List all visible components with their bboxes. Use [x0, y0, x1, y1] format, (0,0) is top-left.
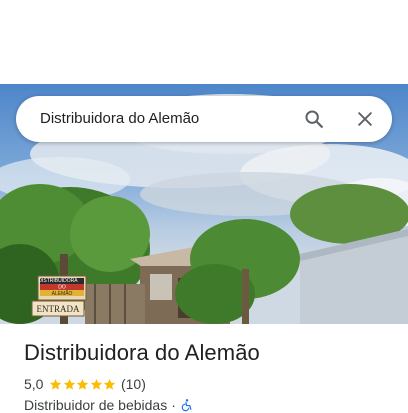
close-icon: [358, 112, 372, 126]
rating-row[interactable]: 5,0 (10): [24, 375, 146, 393]
star-icon: [90, 378, 103, 390]
clear-search-button[interactable]: [349, 103, 381, 135]
review-count[interactable]: (10): [121, 376, 146, 392]
search-icon: [305, 110, 323, 128]
star-icon: [104, 378, 116, 390]
place-title: Distribuidora do Alemão: [24, 340, 260, 365]
sign-entrance-text: ENTRADA: [37, 304, 80, 314]
sign-line2-text: DO: [58, 285, 66, 291]
rating-value: 5,0: [24, 376, 44, 392]
star-icon: [77, 378, 89, 390]
star-icon: [50, 378, 62, 390]
search-input[interactable]: Distribuidora do Alemão: [40, 96, 199, 142]
search-button[interactable]: [298, 103, 330, 135]
category-row: Distribuidor de bebidas ·: [24, 397, 193, 413]
place-category: Distribuidor de bebidas: [24, 397, 168, 413]
sign-line3-text: ALEMÃO: [52, 290, 73, 297]
wheelchair-icon: [181, 399, 192, 412]
rating-stars: [49, 378, 117, 391]
separator: ·: [171, 397, 176, 413]
sign-line1-text: DISTRIBUIDORA: [38, 278, 78, 284]
top-blank-area: [0, 0, 408, 84]
star-icon: [63, 378, 76, 390]
search-bar[interactable]: Distribuidora do Alemão: [16, 96, 392, 142]
